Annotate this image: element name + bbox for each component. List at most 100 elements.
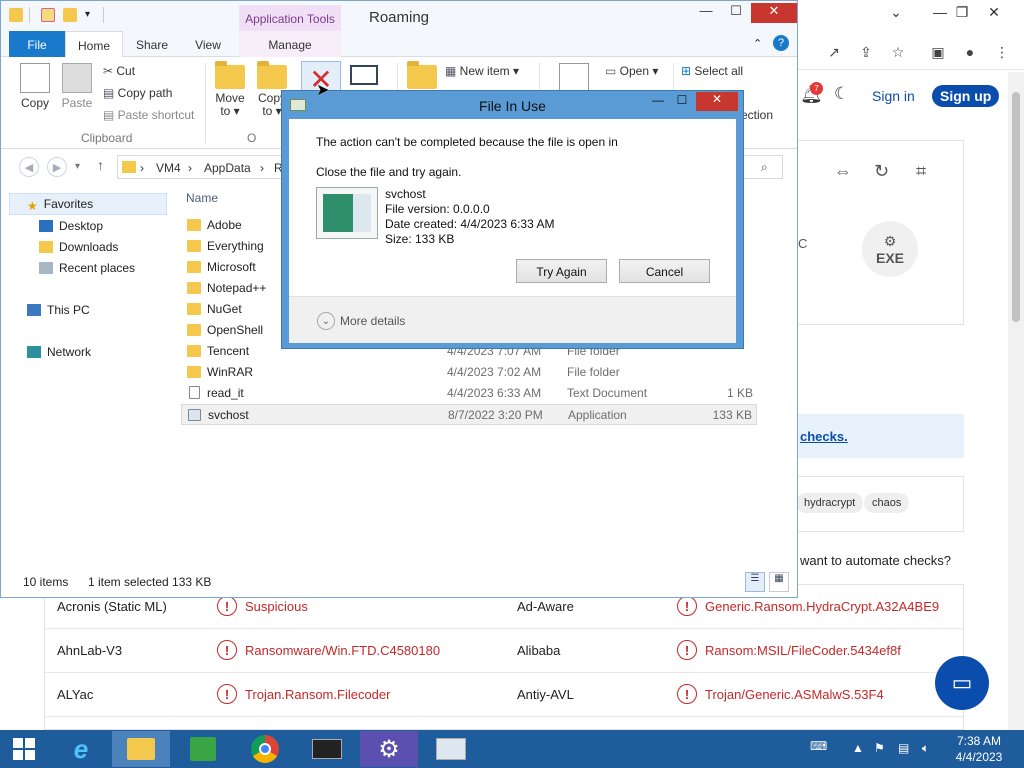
file-name: Tencent [207,344,250,358]
new-item-icon: ▦ [445,64,460,78]
minimize-button[interactable]: — [691,3,721,23]
taskbar-internet-explorer[interactable]: e [52,731,110,767]
restore-icon[interactable]: ❐ [944,0,980,24]
tab-home[interactable]: Home [65,31,123,58]
alert-icon: ! [217,640,237,660]
volume-icon[interactable]: 🔈︎ [922,741,929,756]
detection-result: Generic.Ransom.HydraCrypt.A32A4BE9 [705,599,940,614]
taskbar-chrome[interactable] [236,731,294,767]
up-arrow-icon[interactable]: ↑ [97,157,104,173]
tab-share[interactable]: Share [127,31,177,57]
open-button[interactable]: ▭ Open ▾ [605,64,658,78]
start-button[interactable] [0,731,48,767]
try-again-button[interactable]: Try Again [516,259,607,283]
dialog-close-button[interactable]: ✕ [696,92,738,111]
close-icon[interactable]: ✕ [976,0,1012,24]
cut-button[interactable]: ✂ Cut [103,64,135,78]
tag-chaos[interactable]: chaos [864,493,910,513]
scrollbar-thumb[interactable] [1012,92,1020,322]
sign-up-button[interactable]: Sign up [932,85,1000,107]
back-button[interactable]: ◀ [19,157,39,177]
invert-selection-button[interactable]: ection [741,108,773,122]
flag-icon[interactable]: ⚑ [874,741,885,755]
taskbar-store[interactable] [174,731,232,767]
column-header-name[interactable]: Name [186,191,218,205]
paste-shortcut-button[interactable]: ▤ Paste shortcut [103,108,194,122]
nav-recent-places[interactable]: Recent places [39,261,135,275]
paste-button[interactable]: Paste [59,63,95,110]
tray-chevron-icon[interactable]: ▲ [852,741,864,755]
rename-button[interactable] [347,65,381,88]
moon-icon[interactable]: ☾ [834,84,849,104]
profile-icon[interactable]: ● [960,42,980,62]
clock[interactable]: 7:38 AM 4/4/2023 [950,733,1008,765]
move-to-button[interactable]: Move to ▾ [211,59,249,118]
nav-this-pc-label: This PC [47,303,90,317]
computer-icon [27,304,41,316]
browser-scrollbar[interactable] [1008,72,1024,730]
recent-chevron-icon[interactable]: ▾ [75,161,80,172]
taskbar: e ⚙ ⌨ ▲ ⚑ ▤ 🔈︎ 7:38 AM 4/4/2023 [0,730,1024,768]
tag-hydracrypt[interactable]: hydracrypt [796,493,864,513]
new-folder-button[interactable] [405,59,439,92]
terminal-icon [312,739,342,759]
open-external-icon[interactable]: ↗ [824,42,844,62]
cancel-button[interactable]: Cancel [619,259,710,283]
search-input[interactable]: ⌕ [743,155,783,179]
sign-in-link[interactable]: Sign in [872,88,915,104]
graph-icon[interactable]: ⌗ [916,161,926,182]
close-button[interactable]: ✕ [751,3,797,23]
copy-folder-icon [257,61,287,89]
maximize-button[interactable]: ☐ [721,3,751,23]
file-row[interactable]: read_it 4/4/2023 6:33 AM Text Document 1 KB [181,383,757,404]
folder-icon [187,282,201,294]
network-tray-icon[interactable]: ▤ [898,741,909,755]
chat-button[interactable]: ▭ [935,656,989,710]
more-details-link[interactable]: More details [340,314,405,328]
dialog-maximize-button[interactable]: ☐ [670,93,694,111]
nav-downloads[interactable]: Downloads [39,240,118,254]
nav-this-pc[interactable]: This PC [27,303,90,317]
dialog-minimize-button[interactable]: — [646,93,670,111]
nav-network[interactable]: Network [27,345,91,359]
file-row[interactable]: svchost 8/7/2022 3:20 PM Application 133 KB [181,404,757,425]
forward-button[interactable]: ▶ [47,157,67,177]
search-icon[interactable]: ⌕ [761,160,768,175]
copy-path-button[interactable]: ▤ Copy path [103,86,172,100]
ribbon-collapse-icon[interactable]: ⌃ [753,37,762,50]
select-all-button[interactable]: ⊞ Select all [681,64,743,78]
menu-kebab-icon[interactable]: ⋮ [992,42,1012,62]
address-bar[interactable]: › VM4 › AppData › Ro [117,155,297,179]
new-item-button[interactable]: ▦ New item ▾ [445,64,519,78]
tab-file[interactable]: File [9,31,65,57]
refresh-icon[interactable]: ↻ [874,161,889,182]
table-row: ALYac ! Trojan.Ransom.Filecoder Antiy-AV… [45,673,963,717]
sidebar-icon[interactable]: ▣ [928,42,948,62]
keyboard-icon[interactable]: ⌨ [810,739,827,753]
file-type-panel: ⇔ ↻ ⌗ C ⚙ EXE [796,140,964,325]
ribbon-tabs: File Home Share View Manage ⌃ ? [1,31,797,58]
taskbar-task-manager[interactable] [422,731,480,767]
breadcrumb-appdata[interactable]: AppData [204,161,251,175]
star-icon[interactable]: ☆ [888,42,908,62]
nav-desktop[interactable]: Desktop [39,219,103,233]
taskbar-file-explorer[interactable] [112,731,170,767]
details-view-button[interactable]: ☰ [745,572,765,592]
file-row[interactable]: WinRAR 4/4/2023 7:02 AM File folder [181,362,757,383]
breadcrumb-vm4[interactable]: VM4 [156,161,181,175]
taskbar-terminal[interactable] [298,731,356,767]
tab-view[interactable]: View [183,31,233,57]
share-icon[interactable]: ⇪ [856,42,876,62]
cut-label: Cut [116,64,136,78]
compare-icon[interactable]: ⇔ [834,161,852,182]
help-icon[interactable]: ? [773,35,789,51]
large-icons-view-button[interactable]: ▦ [769,572,789,592]
chevron-down-icon[interactable]: ⌄ [878,0,914,24]
checks-link[interactable]: checks. [800,429,848,444]
folder-icon [187,240,201,252]
copy-button[interactable]: Copy [17,63,53,110]
nav-favorites[interactable]: ★ Favorites [27,197,93,213]
tab-manage[interactable]: Manage [239,31,341,57]
chevron-down-icon[interactable]: ⌄ [317,312,335,330]
taskbar-settings[interactable]: ⚙ [360,731,418,767]
